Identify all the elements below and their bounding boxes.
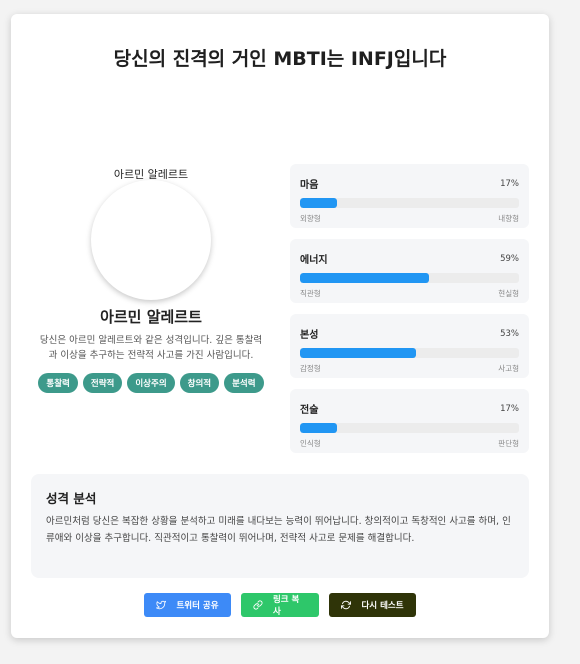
trait-name: 에너지 [300,255,328,266]
personality-analysis: 성격 분석 아르민처럼 당신은 복잡한 상황을 분석하고 미래를 내다보는 능력… [31,474,529,578]
trait-name: 전술 [300,405,319,416]
link-icon [253,600,263,610]
tag: 통찰력 [38,373,78,393]
tag: 창의적 [179,373,220,393]
trait-percent: 53% [500,328,519,339]
trait-energy: 에너지 59% 직관형 현실형 [290,239,529,303]
progress-track [300,423,519,433]
progress-track [300,348,519,358]
refresh-icon [341,600,352,610]
trait-right-label: 사고형 [498,364,519,373]
copy-link-button[interactable]: 링크 복사 [241,593,319,617]
progress-fill [300,423,338,433]
retry-test-button[interactable]: 다시 테스트 [329,593,416,617]
trait-percent: 17% [500,178,519,189]
trait-right-label: 내향형 [498,214,519,223]
trait-mind: 마음 17% 외향형 내향형 [290,164,529,228]
trait-left-label: 외향형 [300,214,321,223]
trait-name: 본성 [300,330,319,341]
avatar-alt-text: 아르민 알레르트 [113,169,189,179]
character-name: 아르민 알레르트 [100,308,202,326]
avatar-container: 아르민 알레르트 [33,169,269,306]
trait-scores: 마음 17% 외향형 내향형 에너지 59% 직관형 현실형 본성 53% 감정… [290,164,529,464]
character-profile: 아르민 알레르트 아르민 알레르트 당신은 아르민 알레르트와 같은 성격입니다… [33,169,269,393]
progress-track [300,198,519,208]
analysis-body: 아르민처럼 당신은 복잡한 상황을 분석하고 미래를 내다보는 능력이 뛰어납니… [46,516,511,544]
copy-link-label: 링크 복사 [272,595,300,617]
trait-left-label: 직관형 [300,289,321,298]
result-card: 당신의 진격의 거인 MBTI는 INFJ입니다 아르민 알레르트 아르민 알레… [11,14,549,638]
retry-test-label: 다시 테스트 [361,601,404,611]
progress-fill [300,273,430,283]
twitter-share-button[interactable]: 트위터 공유 [144,593,231,617]
trait-tactics: 전술 17% 인식형 판단형 [290,389,529,453]
tag: 분석력 [224,373,264,393]
progress-fill [300,348,417,358]
share-actions: 트위터 공유 링크 복사 다시 테스트 [11,593,549,617]
trait-nature: 본성 53% 감정형 사고형 [290,314,529,378]
twitter-share-label: 트위터 공유 [176,601,219,611]
trait-tags: 통찰력 전략적 이상주의 창의적 분석력 [33,373,269,393]
trait-percent: 59% [500,253,519,264]
tag: 전략적 [82,373,123,393]
avatar [91,180,211,300]
trait-percent: 17% [500,403,519,414]
tag: 이상주의 [127,373,175,393]
trait-left-label: 인식형 [300,439,321,448]
analysis-title: 성격 분석 [46,491,97,506]
trait-right-label: 판단형 [498,439,519,448]
bird-icon [156,600,167,610]
progress-fill [300,198,338,208]
page-title: 당신의 진격의 거인 MBTI는 INFJ입니다 [113,48,447,70]
character-description: 당신은 아르민 알레르트와 같은 성격입니다. 깊은 통찰력과 이상을 추구하는… [39,335,263,361]
trait-left-label: 감정형 [300,364,321,373]
progress-track [300,273,519,283]
trait-right-label: 현실형 [498,289,519,298]
trait-name: 마음 [300,180,319,191]
